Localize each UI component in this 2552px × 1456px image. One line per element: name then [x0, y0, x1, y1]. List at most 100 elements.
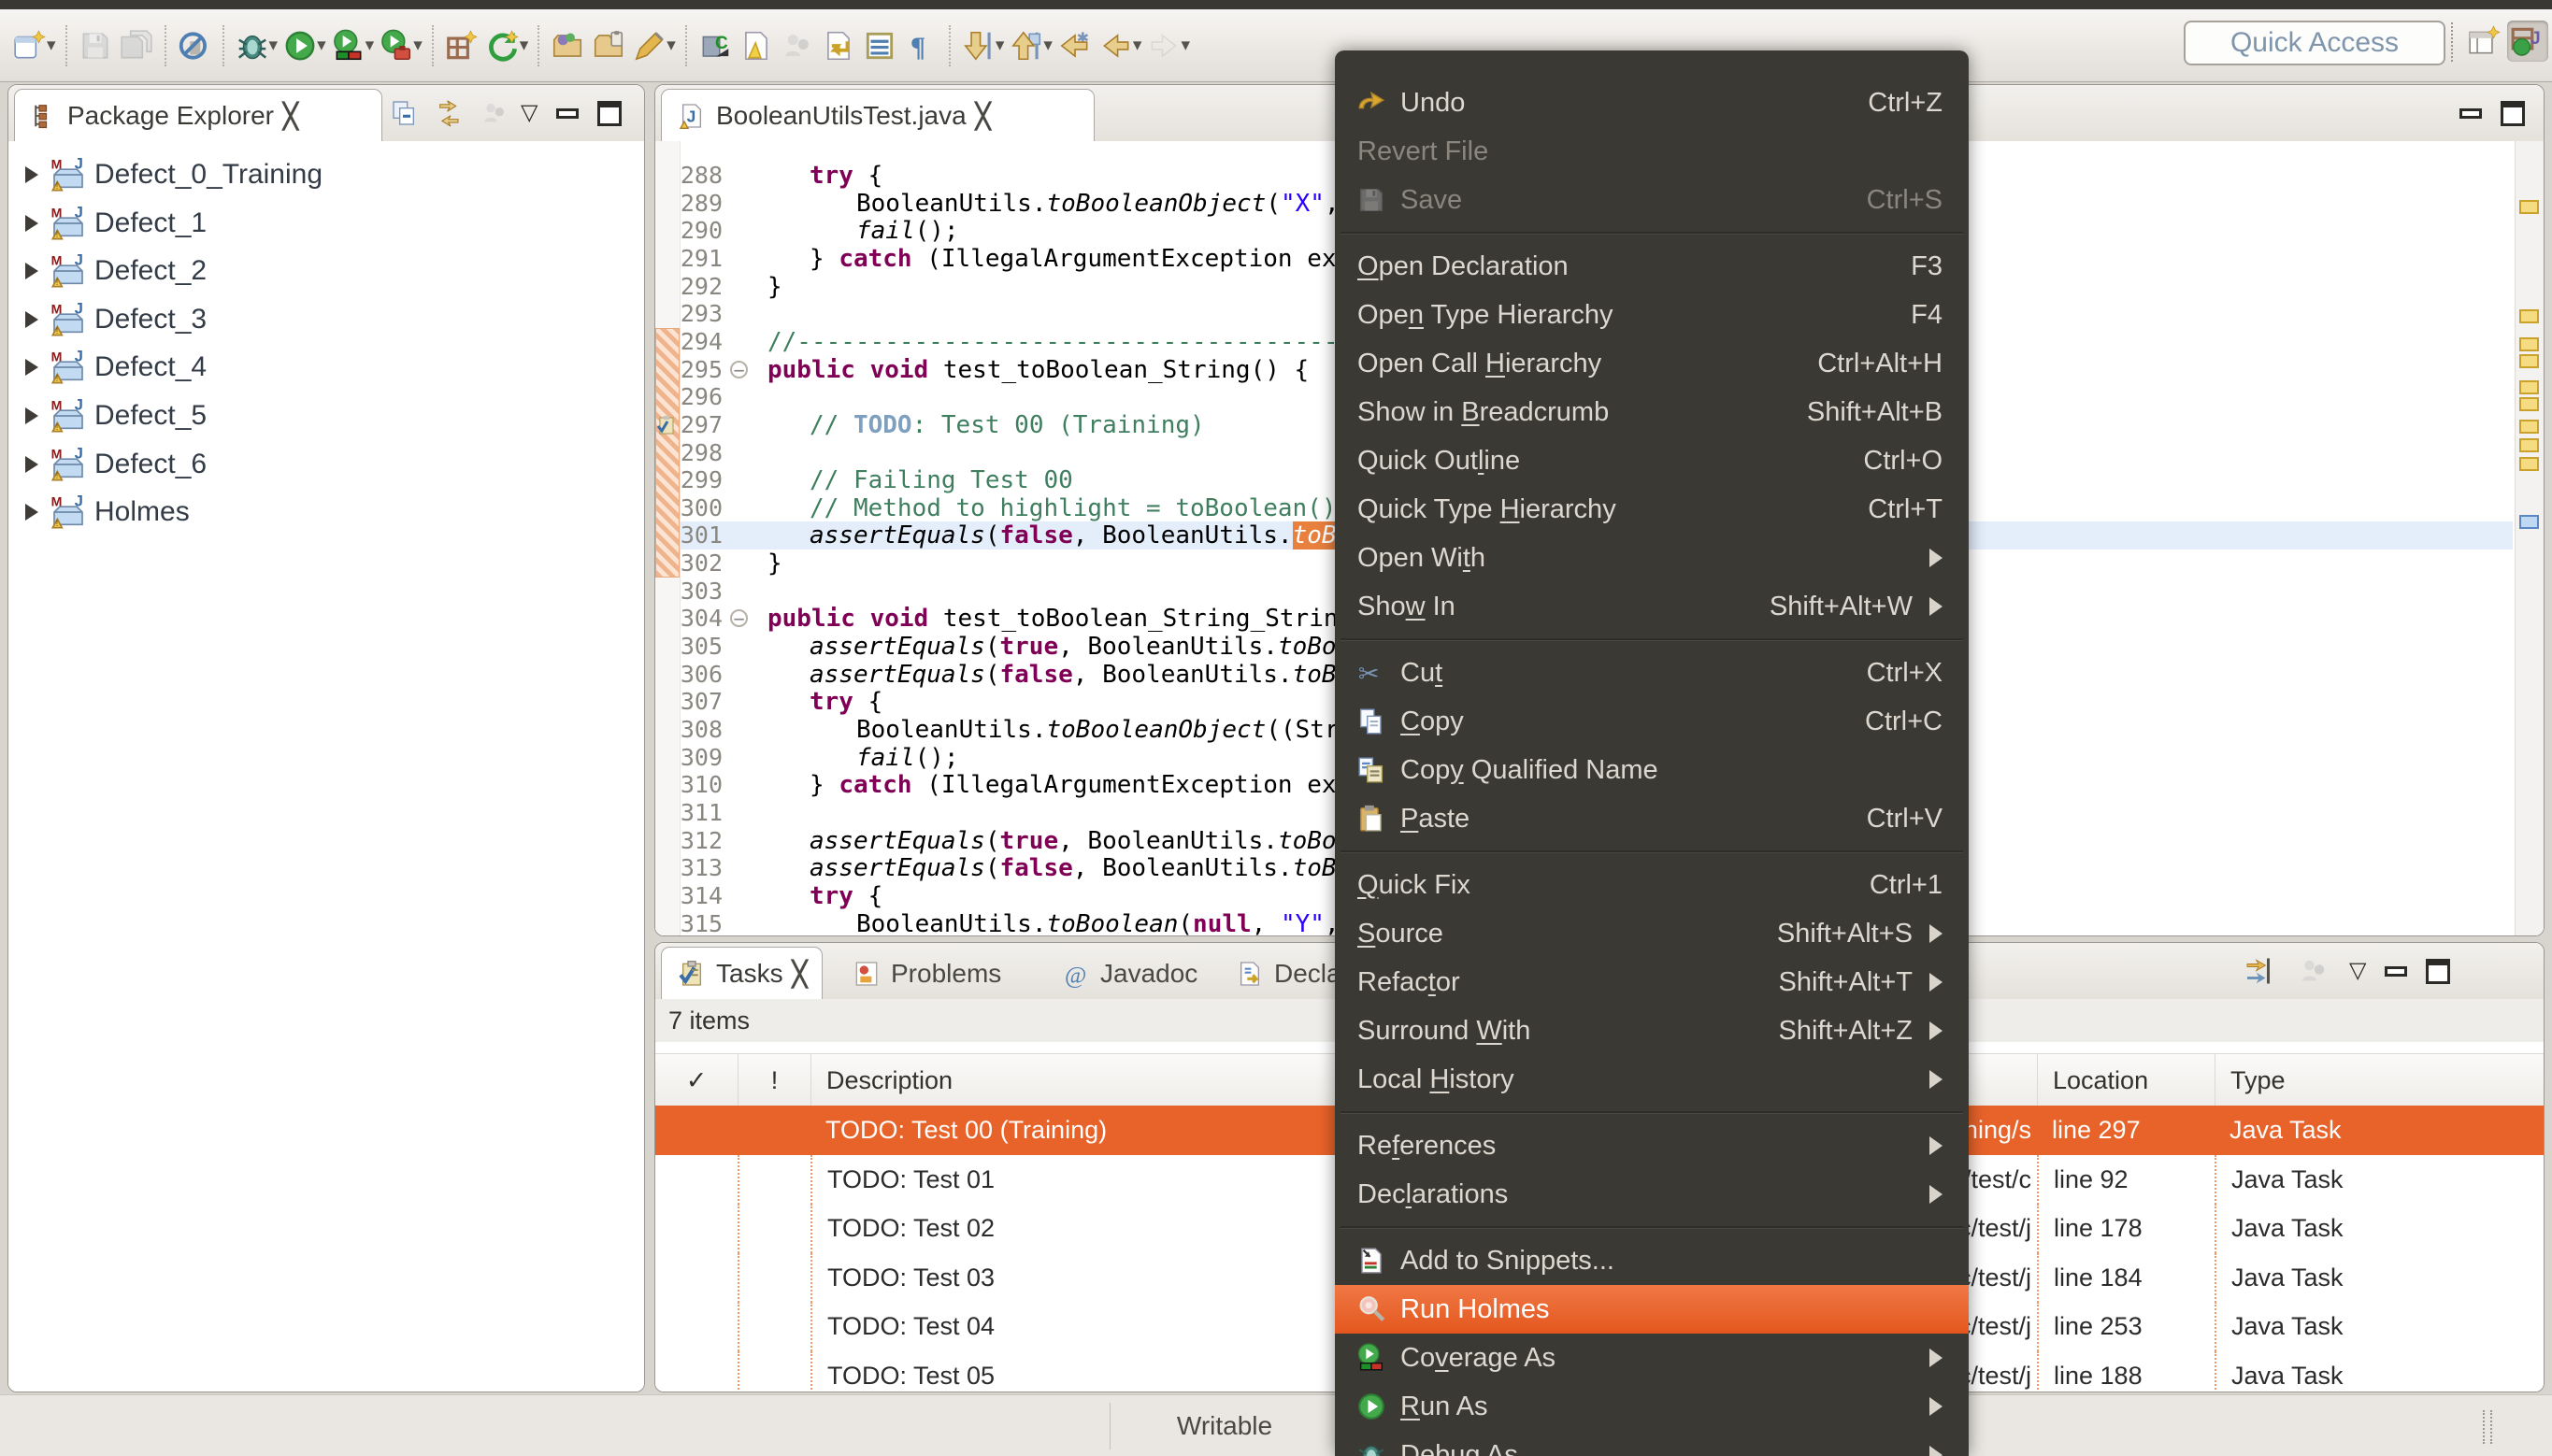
menu-item-cut[interactable]: ✂ Cut Ctrl+X [1335, 649, 1969, 697]
menu-item-quick-outline[interactable]: Quick Outline Ctrl+O [1335, 436, 1969, 485]
tree-item-defect_0_training[interactable]: M J! Defect_0_Training [8, 153, 644, 196]
java-perspective-button[interactable]: J [2507, 21, 2548, 62]
dropdown-caret-icon[interactable]: ▾ [269, 35, 279, 56]
task-marker[interactable] [2519, 397, 2539, 411]
next-annotation-button[interactable] [958, 23, 999, 68]
maximize-icon[interactable] [2501, 100, 2525, 126]
dropdown-caret-icon[interactable]: ▾ [366, 35, 375, 56]
view-menu-icon[interactable]: ▽ [2349, 960, 2366, 982]
menu-item-undo[interactable]: Undo Ctrl+Z [1335, 79, 1969, 127]
tree-item-defect_5[interactable]: M J! Defect_5 [8, 394, 644, 437]
menu-item-run-holmes[interactable]: Run Holmes [1335, 1285, 1969, 1334]
tree-item-defect_2[interactable]: M J! Defect_2 [8, 250, 644, 293]
menu-item-save[interactable]: Save Ctrl+S [1335, 176, 1969, 224]
maximize-icon[interactable] [2426, 958, 2451, 984]
tree-item-defect_1[interactable]: M J! Defect_1 [8, 202, 644, 245]
dropdown-caret-icon[interactable]: ▾ [413, 35, 423, 56]
menu-item-copy[interactable]: Copy Ctrl+C [1335, 697, 1969, 746]
dropdown-caret-icon[interactable]: ▾ [47, 35, 56, 56]
coverage-button[interactable] [328, 23, 369, 68]
view-menu-icon[interactable]: ▽ [521, 102, 538, 124]
minimize-icon[interactable] [556, 107, 580, 119]
menu-item-quick-fix[interactable]: Quick Fix Ctrl+1 [1335, 861, 1969, 909]
menu-item-declarations[interactable]: Declarations [1335, 1170, 1969, 1219]
maximize-icon[interactable] [597, 100, 623, 126]
task-marker[interactable] [2519, 457, 2539, 471]
minimize-icon[interactable] [2459, 107, 2482, 119]
dropdown-caret-icon[interactable]: ▾ [1133, 35, 1142, 56]
tree-item-defect_4[interactable]: M J! Defect_4 [8, 346, 644, 389]
profile-button[interactable] [376, 23, 417, 68]
task-marker[interactable] [2519, 420, 2539, 434]
overview-ruler[interactable] [2515, 141, 2544, 935]
task-marker[interactable] [2519, 354, 2539, 368]
menu-item-copy-qualified-name[interactable]: Copy Qualified Name [1335, 746, 1969, 794]
menu-item-debug-as[interactable]: Debug As [1335, 1431, 1969, 1456]
next-edit-location-button[interactable] [818, 23, 859, 68]
menu-item-add-to-snippets[interactable]: Add to Snippets... [1335, 1236, 1969, 1285]
tab-javadoc[interactable]: @ Javadoc [1048, 949, 1211, 999]
show-whitespace-button[interactable]: ¶ [900, 23, 941, 68]
menu-item-paste[interactable]: Paste Ctrl+V [1335, 794, 1969, 843]
run-button[interactable] [280, 23, 321, 68]
expand-arrow-icon[interactable] [25, 359, 38, 377]
tab-tasks[interactable]: Tasks ╳ [661, 947, 824, 1000]
expand-arrow-icon[interactable] [25, 455, 38, 473]
minimize-icon[interactable] [2385, 965, 2408, 977]
new-java-project-button[interactable] [441, 23, 482, 68]
save-button[interactable] [75, 23, 116, 68]
skip-breakpoints-button[interactable] [174, 23, 215, 68]
close-icon[interactable]: ╳ [976, 102, 991, 131]
new-wizard-button[interactable] [9, 23, 50, 68]
fold-collapse-icon[interactable]: − [730, 609, 748, 628]
back-button[interactable] [1096, 23, 1137, 68]
task-marker[interactable] [2519, 380, 2539, 394]
mark-occurrences-button[interactable] [736, 23, 777, 68]
close-icon[interactable]: ╳ [793, 960, 808, 989]
tab-problems[interactable]: Problems [839, 949, 1014, 999]
col-location[interactable]: Location [2037, 1054, 2215, 1106]
dropdown-caret-icon[interactable]: ▾ [996, 35, 1005, 56]
task-marker[interactable] [2519, 200, 2539, 214]
folder-purple-button[interactable] [547, 23, 588, 68]
expand-arrow-icon[interactable] [25, 166, 38, 183]
task-marker[interactable] [2519, 337, 2539, 351]
expand-arrow-icon[interactable] [25, 407, 38, 424]
debug-button[interactable] [232, 23, 273, 68]
menu-item-revert-file[interactable]: Revert File [1335, 127, 1969, 176]
menu-item-source[interactable]: Source Shift+Alt+S [1335, 909, 1969, 958]
refresh-button[interactable] [482, 23, 523, 68]
filter-icon[interactable] [2244, 954, 2278, 988]
current-line-marker[interactable] [2519, 515, 2539, 529]
link-editor-icon[interactable] [435, 98, 465, 128]
menu-item-refactor[interactable]: Refactor Shift+Alt+T [1335, 958, 1969, 1006]
menu-item-run-as[interactable]: Run As [1335, 1382, 1969, 1431]
package-explorer-tab[interactable]: Package Explorer ╳ [14, 89, 382, 142]
expand-arrow-icon[interactable] [25, 504, 38, 521]
menu-item-surround-with[interactable]: Surround With Shift+Alt+Z [1335, 1006, 1969, 1055]
annotate-pen-button[interactable] [629, 23, 670, 68]
team-button[interactable] [777, 23, 818, 68]
task-marker[interactable] [2519, 438, 2539, 452]
col-type[interactable]: Type [2215, 1054, 2544, 1106]
col-priority[interactable]: ! [738, 1054, 810, 1106]
folder-clipboard-button[interactable] [588, 23, 629, 68]
previous-annotation-button[interactable] [1006, 23, 1047, 68]
menu-item-open-with[interactable]: Open With [1335, 534, 1969, 582]
fold-collapse-icon[interactable]: − [730, 360, 748, 379]
close-icon[interactable]: ╳ [283, 102, 298, 131]
quick-access-input[interactable]: Quick Access [2184, 21, 2445, 65]
menu-item-open-type-hierarchy[interactable]: Open Type Hierarchy F4 [1335, 291, 1969, 339]
expand-arrow-icon[interactable] [25, 310, 38, 328]
last-edit-location-button[interactable]: ✱ [1054, 23, 1096, 68]
dropdown-caret-icon[interactable]: ▾ [520, 35, 529, 56]
dropdown-caret-icon[interactable]: ▾ [1043, 35, 1053, 56]
menu-item-show-in-breadcrumb[interactable]: Show in Breadcrumb Shift+Alt+B [1335, 388, 1969, 436]
menu-item-quick-type-hierarchy[interactable]: Quick Type Hierarchy Ctrl+T [1335, 485, 1969, 534]
col-check[interactable]: ✓ [655, 1054, 738, 1106]
tree-item-holmes[interactable]: M J! Holmes [8, 491, 644, 534]
dropdown-caret-icon[interactable]: ▾ [317, 35, 326, 56]
editor-tab[interactable]: J BooleanUtilsTest.java ╳ [661, 89, 1095, 142]
forward-button[interactable] [1143, 23, 1184, 68]
menu-item-open-call-hierarchy[interactable]: Open Call Hierarchy Ctrl+Alt+H [1335, 339, 1969, 388]
